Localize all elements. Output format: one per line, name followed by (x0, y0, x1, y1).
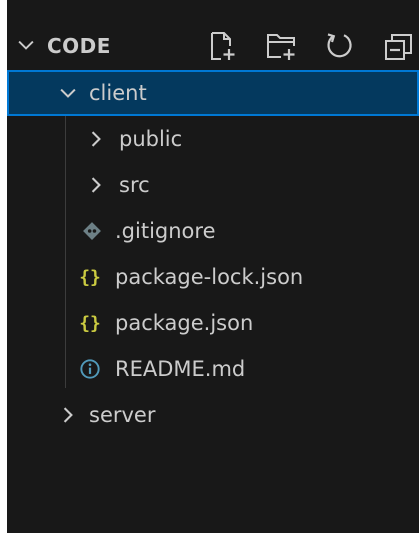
tree-item-label: server (89, 403, 156, 427)
new-file-icon[interactable] (205, 30, 237, 62)
tree-item-label: README.md (115, 357, 246, 381)
json-braces-icon: {} (79, 266, 101, 288)
tree-file-gitignore[interactable]: .gitignore (7, 208, 419, 254)
tree-file-readme-md[interactable]: README.md (7, 346, 419, 392)
tree-item-label: src (119, 173, 150, 197)
tree-item-label: client (89, 81, 147, 105)
tree-folder-server[interactable]: server (7, 392, 419, 438)
tree-item-label: .gitignore (115, 219, 216, 243)
new-folder-icon[interactable] (265, 30, 297, 62)
tree-item-label: package.json (115, 311, 254, 335)
chevron-right-icon[interactable] (85, 174, 107, 196)
tree-folder-public[interactable]: public (7, 116, 419, 162)
indent-guide (65, 116, 66, 388)
explorer-section-header[interactable]: CODE (7, 22, 419, 68)
refresh-icon[interactable] (323, 30, 355, 62)
tree-file-package-json[interactable]: {} package.json (7, 300, 419, 346)
explorer-panel: CODE client public src .gitignore {} pac… (7, 0, 419, 533)
info-icon (79, 358, 101, 380)
chevron-down-icon[interactable] (57, 82, 79, 104)
json-braces-icon: {} (79, 312, 101, 334)
svg-text:{}: {} (79, 313, 101, 334)
collapse-all-icon[interactable] (383, 30, 415, 62)
section-title: CODE (47, 34, 111, 58)
chevron-right-icon[interactable] (57, 404, 79, 426)
svg-text:{}: {} (79, 267, 101, 288)
tree-item-label: package-lock.json (115, 265, 304, 289)
chevron-down-icon[interactable] (15, 34, 37, 56)
tree-item-label: public (119, 127, 183, 151)
tree-folder-client[interactable]: client (7, 70, 419, 116)
tree-folder-src[interactable]: src (7, 162, 419, 208)
tree-file-package-lock-json[interactable]: {} package-lock.json (7, 254, 419, 300)
git-icon (81, 220, 103, 242)
chevron-right-icon[interactable] (85, 128, 107, 150)
